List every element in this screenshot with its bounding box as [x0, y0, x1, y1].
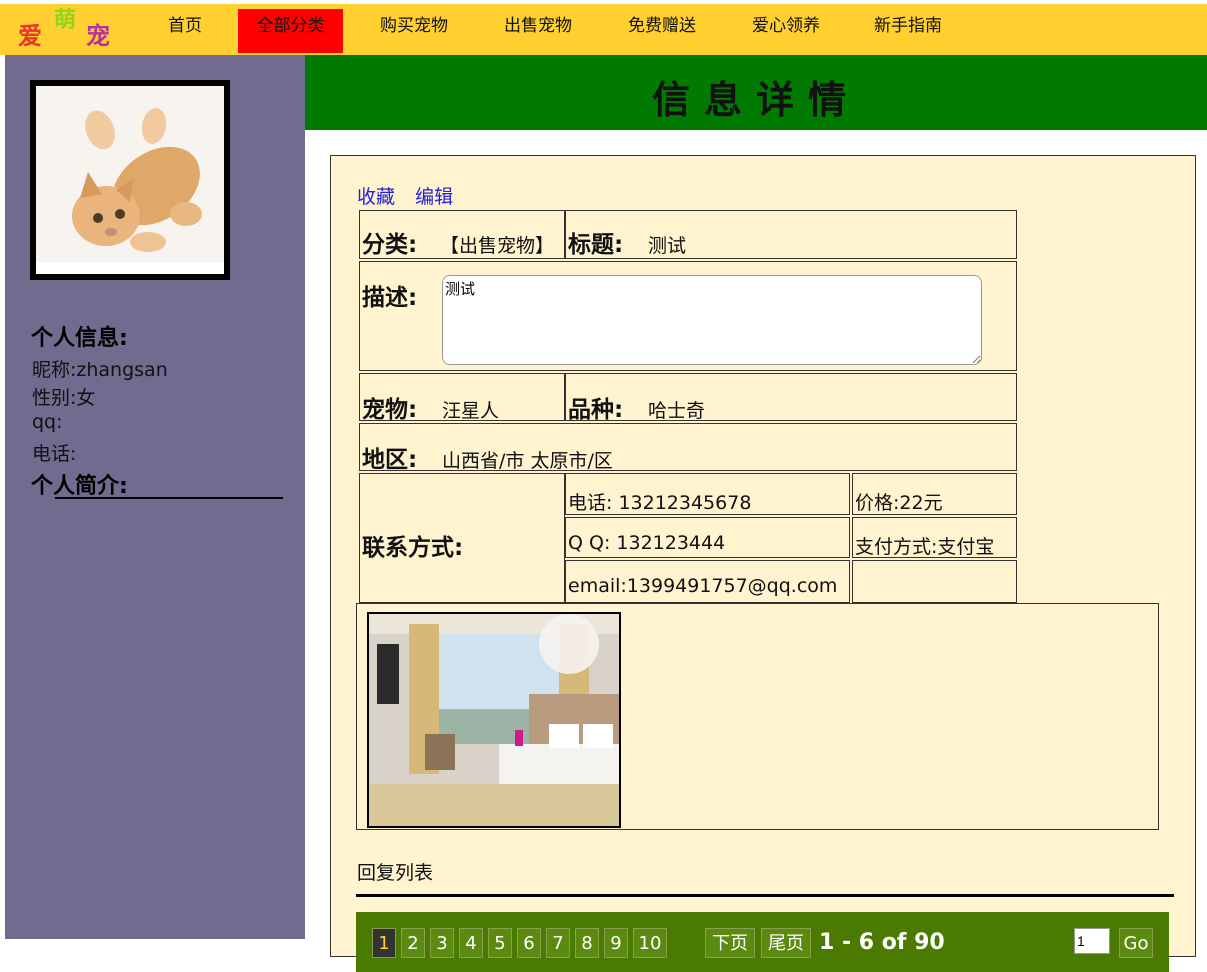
category-value: 【出售宠物】: [440, 235, 555, 257]
nav-sell-pets[interactable]: 出售宠物: [492, 9, 584, 53]
reply-list-label: 回复列表: [357, 862, 434, 884]
region-label: 地区:: [362, 447, 418, 473]
category-label: 分类:: [362, 232, 418, 258]
nickname-text: 昵称:zhangsan: [32, 359, 168, 381]
page-4[interactable]: 4: [459, 928, 483, 958]
page-range-info: 1 - 6 of 90: [819, 930, 945, 955]
profile-sidebar: 个人信息: 昵称:zhangsan 性别:女 qq: 电话: 个人简介:: [5, 55, 305, 939]
go-button[interactable]: Go: [1119, 928, 1153, 958]
contact-qq: Q Q: 132123444: [568, 532, 726, 554]
page-1[interactable]: 1: [372, 928, 396, 958]
pet-image-box: [356, 603, 1159, 830]
title-label: 标题:: [568, 232, 624, 258]
breed-label: 品种:: [568, 397, 624, 423]
nav-adoption[interactable]: 爱心领养: [740, 9, 832, 53]
price-cell: 价格:22元: [852, 473, 1017, 515]
detail-header: 信息详情: [305, 55, 1207, 130]
page-5[interactable]: 5: [488, 928, 512, 958]
title-value: 测试: [648, 235, 687, 257]
page-number-input[interactable]: [1074, 928, 1110, 954]
pet-photo[interactable]: [367, 612, 621, 828]
site-logo[interactable]: 爱 萌 宠: [8, 4, 126, 55]
pet-value: 汪星人: [442, 400, 500, 422]
logo-char-2: 萌: [54, 8, 77, 33]
payment-text: 支付方式:支付宝: [855, 536, 995, 558]
top-nav-bar: 爱 萌 宠 首页 全部分类 购买宠物 出售宠物 免费赠送 爱心领养 新手指南: [0, 4, 1207, 55]
breed-value: 哈士奇: [648, 400, 706, 422]
page-6[interactable]: 6: [517, 928, 541, 958]
page-title: 信息详情: [651, 78, 860, 122]
page-7[interactable]: 7: [546, 928, 570, 958]
personal-info-heading: 个人信息:: [31, 326, 128, 351]
region-cell: 地区: 山西省/市 太原市/区: [359, 423, 1017, 473]
category-cell: 分类: 【出售宠物】: [359, 210, 565, 259]
logo-char-1: 爱: [18, 22, 42, 50]
description-cell: 描述: 测试: [359, 261, 1017, 371]
breed-cell: 品种: 哈士奇: [565, 373, 1017, 423]
payment-cell: 支付方式:支付宝: [852, 517, 1017, 558]
detail-panel: 收藏 编辑 分类: 【出售宠物】 标题: 测试 描述: 测试 宠物: 汪星人 品…: [330, 155, 1196, 972]
page-10[interactable]: 10: [633, 928, 667, 958]
page-9[interactable]: 9: [604, 928, 628, 958]
kitten-avatar-image: [36, 86, 224, 274]
nav-home[interactable]: 首页: [150, 9, 220, 53]
action-links: 收藏 编辑: [357, 182, 467, 209]
pagination-bar: 1 2 3 4 5 6 7 8 9 10 下页 尾页 1 - 6 of 90 G…: [356, 912, 1169, 972]
hotel-room-image: [369, 614, 619, 826]
contact-label: 联系方式:: [362, 535, 464, 561]
gender-text: 性别:女: [32, 387, 96, 409]
nav-buy-pets[interactable]: 购买宠物: [368, 9, 460, 53]
price-text: 价格:22元: [855, 492, 943, 514]
empty-cell: [852, 560, 1017, 603]
region-value: 山西省/市 太原市/区: [442, 450, 613, 472]
description-label: 描述:: [362, 285, 418, 311]
phone-text: 电话:: [32, 443, 77, 465]
favorite-link[interactable]: 收藏: [357, 186, 395, 208]
title-cell: 标题: 测试: [565, 210, 1017, 259]
logo-char-3: 宠: [86, 22, 110, 50]
qq-text: qq:: [32, 411, 63, 433]
nav-free-giveaway[interactable]: 免费赠送: [616, 9, 708, 53]
contact-label-cell: 联系方式:: [359, 473, 565, 603]
contact-email: email:1399491757@qq.com: [568, 575, 838, 597]
page-2[interactable]: 2: [401, 928, 425, 958]
avatar: [30, 80, 230, 280]
last-page-button[interactable]: 尾页: [761, 928, 811, 958]
pet-label: 宠物:: [362, 397, 418, 423]
description-textarea[interactable]: 测试: [442, 275, 982, 365]
pet-cell: 宠物: 汪星人: [359, 373, 565, 423]
contact-phone-cell: 电话: 13212345678: [565, 473, 850, 515]
contact-phone: 电话: 13212345678: [568, 492, 752, 514]
contact-qq-cell: Q Q: 132123444: [565, 517, 850, 558]
page-8[interactable]: 8: [575, 928, 599, 958]
edit-link[interactable]: 编辑: [415, 186, 453, 208]
next-page-button[interactable]: 下页: [705, 928, 755, 958]
nav-all-categories[interactable]: 全部分类: [238, 9, 343, 53]
intro-underline: [55, 497, 283, 499]
nav-beginner-guide[interactable]: 新手指南: [862, 9, 954, 53]
page-3[interactable]: 3: [430, 928, 454, 958]
contact-email-cell: email:1399491757@qq.com: [565, 560, 850, 603]
personal-intro-heading: 个人简介:: [31, 474, 128, 499]
reply-divider: [356, 894, 1174, 897]
